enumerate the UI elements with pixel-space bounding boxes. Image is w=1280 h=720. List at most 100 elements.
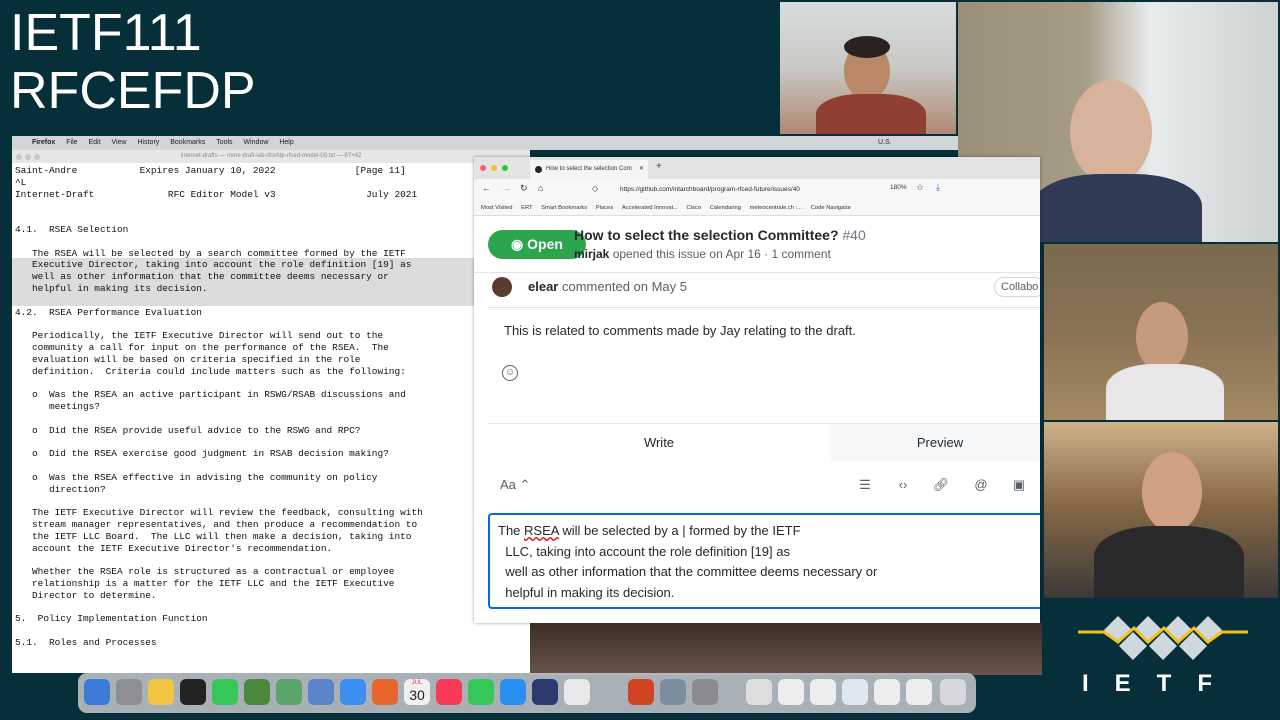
macos-dock: JUL 30	[78, 673, 976, 713]
zoom-window-icon[interactable]	[34, 154, 40, 160]
issue-status-badge: ◉ Open	[488, 230, 586, 259]
menu-firefox[interactable]: Firefox	[32, 136, 55, 150]
minimize-window-icon[interactable]	[25, 154, 31, 160]
document-thumbnail[interactable]	[810, 679, 836, 705]
downloads-icon[interactable]: ⤓	[936, 182, 940, 193]
video-tile-4	[1044, 422, 1278, 598]
app-icon[interactable]	[660, 679, 686, 705]
bookmark-item[interactable]: Cisco	[687, 205, 702, 211]
system-preferences-icon[interactable]	[692, 679, 718, 705]
code-icon[interactable]: ‹›	[894, 477, 912, 492]
browser-navbar: ← → ↻ ⌂ ◇ https://github.com/intarchboar…	[474, 179, 1040, 201]
zoom-window-icon[interactable]	[502, 165, 508, 171]
issue-status-label: Open	[527, 236, 563, 252]
image-icon[interactable]: ▣	[1010, 477, 1028, 493]
app-icon[interactable]	[244, 679, 270, 705]
menu-edit[interactable]: Edit	[88, 136, 100, 150]
divider	[488, 307, 1040, 308]
document-window-title: internet-drafts — more draft-iab-rfcefdp…	[180, 153, 362, 159]
desktop-background	[530, 623, 1042, 675]
powerpoint-icon[interactable]	[628, 679, 654, 705]
app-icon[interactable]	[564, 679, 590, 705]
bookmark-item[interactable]: Calendaring	[710, 205, 741, 211]
calendar-icon[interactable]: JUL 30	[404, 679, 430, 705]
comment-textarea[interactable]: The RSEA will be selected by a | formed …	[488, 513, 1040, 609]
close-window-icon[interactable]	[16, 154, 22, 160]
close-tab-icon[interactable]: ✕	[639, 160, 644, 179]
add-reaction-icon[interactable]: ☺	[502, 365, 518, 381]
bookmark-item[interactable]: ERT	[521, 205, 532, 211]
shield-icon[interactable]: ◇	[592, 184, 598, 193]
mail-icon[interactable]	[340, 679, 366, 705]
webex-icon[interactable]	[532, 679, 558, 705]
home-icon[interactable]: ⌂	[538, 183, 543, 193]
bookmark-item[interactable]: meteocentrale.ch :...	[750, 205, 803, 211]
text-size-label: Aa	[500, 477, 516, 492]
forward-icon[interactable]: →	[502, 183, 511, 193]
trash-icon[interactable]	[940, 679, 966, 705]
app-icon[interactable]	[308, 679, 334, 705]
video-tile-3	[1044, 244, 1278, 420]
launchpad-icon[interactable]	[116, 679, 142, 705]
bookmarks-bar: Most Visited ERT Smart Bookmarks Places …	[474, 201, 1040, 216]
bookmark-item[interactable]: Places	[596, 205, 613, 211]
bookmark-item[interactable]: Most Visited	[481, 205, 512, 211]
finder-icon[interactable]	[84, 679, 110, 705]
browser-tab-title: How to select the selection Com	[546, 166, 632, 172]
macos-menubar: Firefox File Edit View History Bookmarks…	[12, 136, 958, 150]
app-icon[interactable]	[276, 679, 302, 705]
close-window-icon[interactable]	[480, 165, 486, 171]
back-icon[interactable]: ←	[482, 183, 491, 193]
terminal-icon[interactable]	[180, 679, 206, 705]
tab-preview[interactable]: Preview	[830, 424, 1040, 462]
issue-meta-text: opened this issue on Apr 16 · 1 comment	[612, 247, 831, 261]
issue-meta: mirjak opened this issue on Apr 16 · 1 c…	[574, 247, 831, 261]
text-size-button[interactable]: Aa ⌃	[500, 477, 530, 493]
document-thumbnail[interactable]	[842, 679, 868, 705]
bookmark-item[interactable]: Accelerated Innovat...	[622, 205, 678, 211]
participant-hair	[844, 36, 890, 58]
menu-help[interactable]: Help	[279, 136, 293, 150]
editor-text: will be selected by a | formed by the IE…	[558, 523, 801, 538]
app-store-icon[interactable]	[500, 679, 526, 705]
bookmark-star-icon[interactable]: ☆	[916, 182, 924, 193]
editor-text: helpful in making its decision.	[498, 584, 675, 600]
draft-document-text: Saint-Andre Expires January 10, 2022 [Pa…	[15, 165, 423, 648]
new-tab-icon[interactable]: +	[656, 161, 662, 172]
document-thumbnail[interactable]	[906, 679, 932, 705]
bookmark-item[interactable]: Smart Bookmarks	[541, 205, 587, 211]
menu-view[interactable]: View	[112, 136, 127, 150]
messages-icon[interactable]	[468, 679, 494, 705]
draft-document-view[interactable]: Saint-Andre Expires January 10, 2022 [Pa…	[12, 163, 530, 673]
menu-file[interactable]: File	[66, 136, 77, 150]
issue-author-link[interactable]: mirjak	[574, 247, 609, 261]
music-icon[interactable]	[436, 679, 462, 705]
facetime-icon[interactable]	[212, 679, 238, 705]
zoom-level[interactable]: 180%	[890, 184, 907, 191]
document-thumbnail[interactable]	[778, 679, 804, 705]
editor-toolbar: Aa ⌃ ☰ ‹› 🔗︎ @ ▣	[488, 475, 1040, 499]
photos-icon[interactable]	[148, 679, 174, 705]
document-thumbnail[interactable]	[874, 679, 900, 705]
firefox-icon[interactable]	[372, 679, 398, 705]
tab-write[interactable]: Write	[488, 424, 831, 462]
link-icon[interactable]: 🔗︎	[932, 477, 950, 493]
github-browser-window: How to select the selection Com ✕ + ← → …	[474, 157, 1040, 623]
bookmark-item[interactable]: Code Navigator	[811, 205, 851, 211]
menu-bookmarks[interactable]: Bookmarks	[170, 136, 205, 150]
document-thumbnail[interactable]	[746, 679, 772, 705]
minimize-window-icon[interactable]	[491, 165, 497, 171]
comment-author-link[interactable]: elear	[528, 279, 558, 294]
menu-window[interactable]: Window	[244, 136, 269, 150]
menu-tools[interactable]: Tools	[216, 136, 232, 150]
slide-title-line2: RFCEFDP	[10, 62, 256, 120]
reload-icon[interactable]: ↻	[520, 183, 528, 194]
editor-tabs: Write Preview	[488, 423, 1040, 462]
chevron-up-icon: ⌃	[519, 477, 531, 492]
mention-icon[interactable]: @	[972, 477, 990, 492]
editor-text-misspelled: RSEA	[524, 523, 559, 538]
list-icon[interactable]: ☰	[856, 477, 874, 493]
menu-history[interactable]: History	[138, 136, 160, 150]
issue-title: How to select the selection Committee? #…	[574, 227, 866, 243]
browser-tab[interactable]: How to select the selection Com ✕	[530, 160, 648, 179]
